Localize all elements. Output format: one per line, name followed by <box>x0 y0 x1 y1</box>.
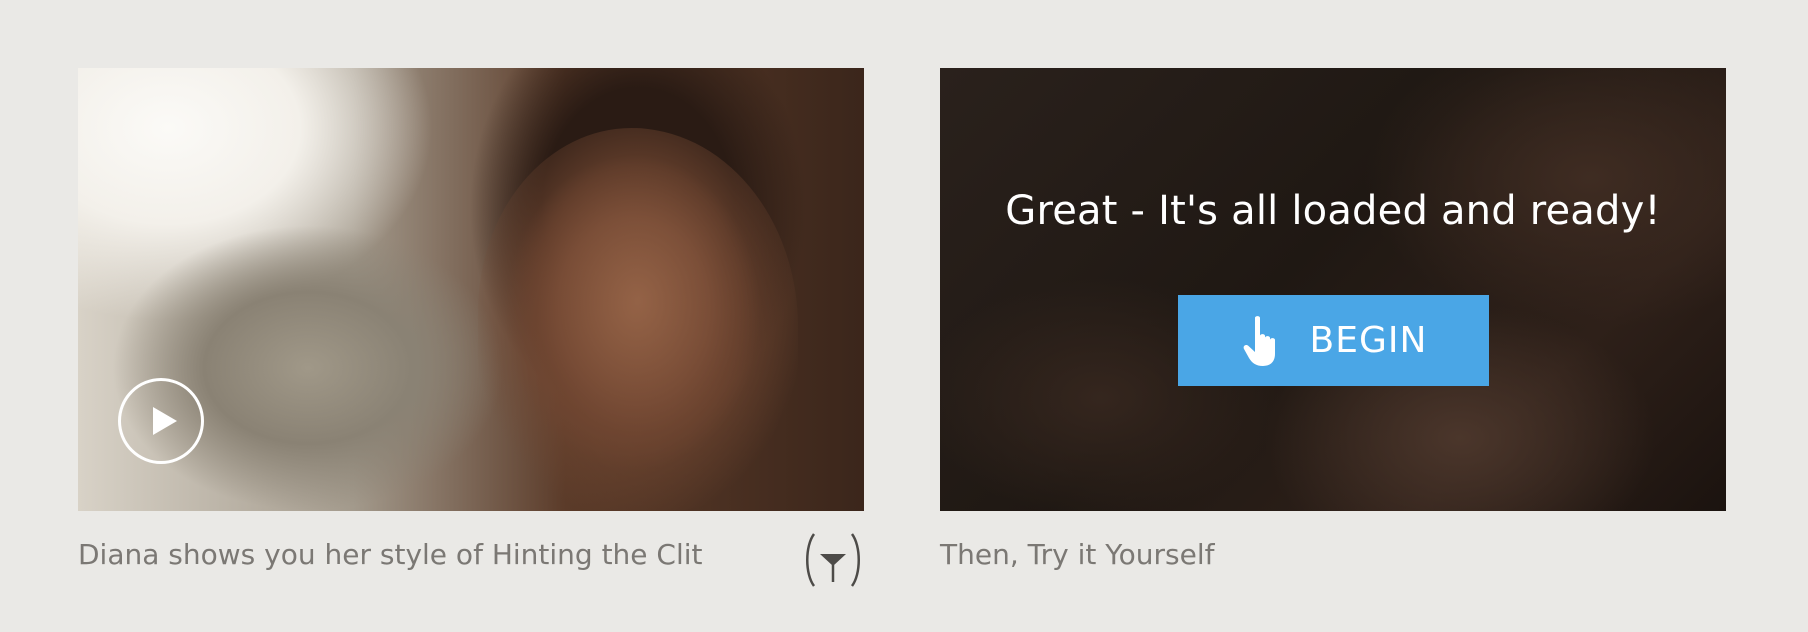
ready-message: Great - It's all loaded and ready! <box>1005 188 1661 234</box>
practice-caption: Then, Try it Yourself <box>940 538 1215 571</box>
play-icon <box>153 407 177 435</box>
begin-button[interactable]: BEGIN <box>1178 295 1489 386</box>
play-button[interactable] <box>118 378 204 464</box>
pointing-hand-icon <box>1243 315 1275 366</box>
glass-in-parentheses-icon <box>806 533 860 587</box>
begin-button-label: BEGIN <box>1309 320 1428 361</box>
video-thumbnail-diana[interactable] <box>78 68 864 511</box>
video-caption: Diana shows you her style of Hinting the… <box>78 538 703 571</box>
practice-panel: Great - It's all loaded and ready! BEGIN <box>940 68 1726 511</box>
page: Great - It's all loaded and ready! BEGIN… <box>0 0 1808 632</box>
video-still-image <box>478 128 798 511</box>
